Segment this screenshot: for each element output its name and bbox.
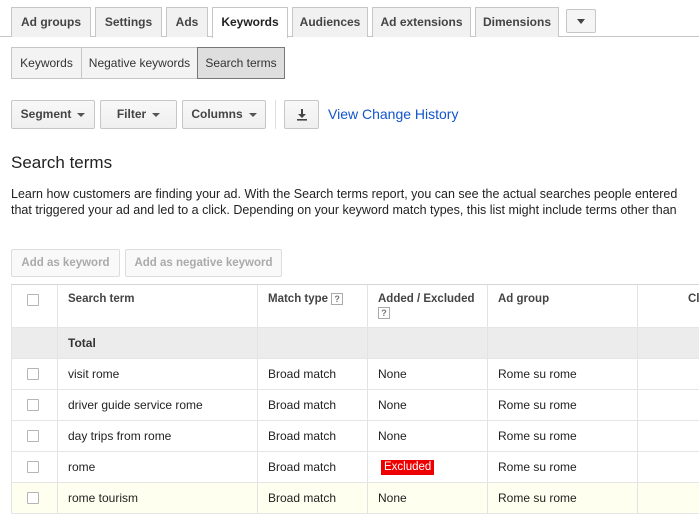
match-type-cell: Broad match <box>268 491 337 505</box>
add-as-negative-keyword-button[interactable]: Add as negative keyword <box>125 249 282 277</box>
total-label: Total <box>68 336 96 350</box>
more-tabs-button[interactable] <box>566 9 596 33</box>
ad-group-link[interactable]: Rome su rome <box>498 491 577 505</box>
column-header-match-type[interactable]: Match type? <box>268 293 344 306</box>
search-term-cell: rome tourism <box>68 491 139 505</box>
filter-label: Filter <box>116 107 147 121</box>
page-title: Search terms <box>11 153 113 172</box>
ad-group-link[interactable]: Rome su rome <box>498 367 577 381</box>
row-checkbox[interactable] <box>27 368 39 380</box>
search-term-cell: driver guide service rome <box>68 398 203 412</box>
subtab-keywords[interactable]: Keywords <box>11 47 82 79</box>
help-icon[interactable]: ? <box>331 293 344 305</box>
added-excluded-cell: None <box>378 429 407 443</box>
match-type-cell: Broad match <box>268 367 337 381</box>
help-icon[interactable]: ? <box>378 307 390 319</box>
description-line-2: that triggered your ad and led to a clic… <box>11 203 677 217</box>
match-type-cell: Broad match <box>268 429 337 443</box>
view-change-history-link[interactable]: View Change History <box>328 106 458 122</box>
table-row: rome tourism Broad match None Rome su ro… <box>11 483 699 514</box>
row-checkbox[interactable] <box>27 399 39 411</box>
search-term-cell: rome <box>68 460 96 474</box>
table-row: day trips from rome Broad match None Rom… <box>11 421 699 452</box>
tab-ad-groups[interactable]: Ad groups <box>11 7 91 37</box>
excluded-badge: Excluded <box>381 460 435 475</box>
column-header-search-term[interactable]: Search term <box>68 293 134 305</box>
column-header-ad-group[interactable]: Ad group <box>498 293 549 305</box>
description-line-1: Learn how customers are finding your ad.… <box>11 187 678 201</box>
ad-group-link[interactable]: Rome su rome <box>498 460 577 474</box>
tab-ads[interactable]: Ads <box>166 7 208 37</box>
subtab-search-terms[interactable]: Search terms <box>197 47 285 79</box>
table-row: rome Broad match Excluded Rome su rome <box>11 452 699 483</box>
tab-settings[interactable]: Settings <box>95 7 162 37</box>
filter-dropdown[interactable]: Filter <box>100 100 177 129</box>
select-all-checkbox[interactable] <box>27 294 39 306</box>
download-button[interactable] <box>284 100 319 129</box>
chevron-down-icon <box>577 19 585 24</box>
added-excluded-cell: None <box>378 491 407 505</box>
download-icon <box>297 109 307 121</box>
chevron-down-icon <box>77 112 86 117</box>
search-terms-table: Search term Match type? Added / Excluded… <box>11 284 699 514</box>
tab-dimensions[interactable]: Dimensions <box>475 7 559 37</box>
column-header-added-excluded[interactable]: Added / Excluded <box>378 293 475 305</box>
page-description: Learn how customers are finding your ad.… <box>11 186 699 218</box>
match-type-label: Match type <box>268 293 329 306</box>
main-tab-bar: Ad groups Settings Ads Keywords Audience… <box>0 0 699 38</box>
chevron-down-icon <box>248 112 257 117</box>
search-term-cell: visit rome <box>68 367 120 381</box>
added-excluded-cell: None <box>378 367 407 381</box>
ad-group-link[interactable]: Rome su rome <box>498 429 577 443</box>
tab-keywords[interactable]: Keywords <box>212 7 288 38</box>
match-type-cell: Broad match <box>268 398 337 412</box>
tab-ad-extensions[interactable]: Ad extensions <box>372 7 471 37</box>
row-checkbox[interactable] <box>27 492 39 504</box>
segment-label: Segment <box>20 107 72 121</box>
column-header-clicks[interactable]: Cl <box>688 293 699 305</box>
total-row: Total <box>11 328 699 359</box>
chevron-down-icon <box>152 112 161 117</box>
segment-dropdown[interactable]: Segment <box>11 100 95 129</box>
row-checkbox[interactable] <box>27 461 39 473</box>
toolbar-divider <box>275 100 276 129</box>
match-type-cell: Broad match <box>268 460 337 474</box>
table-header-row: Search term Match type? Added / Excluded… <box>11 285 699 328</box>
ad-group-link[interactable]: Rome su rome <box>498 398 577 412</box>
table-row: driver guide service rome Broad match No… <box>11 390 699 421</box>
columns-label: Columns <box>191 107 243 121</box>
add-as-keyword-button[interactable]: Add as keyword <box>11 249 120 277</box>
row-checkbox[interactable] <box>27 430 39 442</box>
subtab-negative-keywords[interactable]: Negative keywords <box>81 47 198 79</box>
search-term-cell: day trips from rome <box>68 429 172 443</box>
added-excluded-cell: None <box>378 398 407 412</box>
table-row: visit rome Broad match None Rome su rome <box>11 359 699 390</box>
tab-audiences[interactable]: Audiences <box>292 7 368 37</box>
columns-dropdown[interactable]: Columns <box>182 100 266 129</box>
